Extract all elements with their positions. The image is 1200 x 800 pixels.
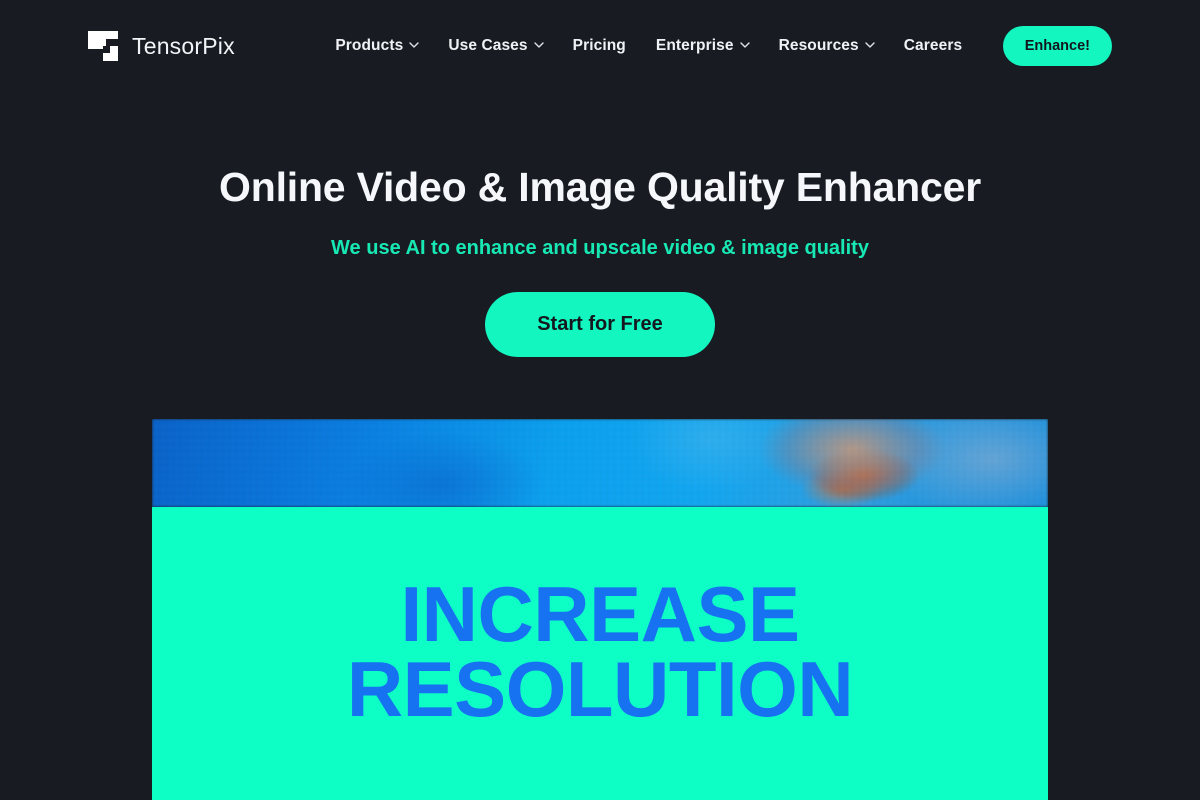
- hero-section: Online Video & Image Quality Enhancer We…: [0, 164, 1200, 357]
- hero-subtitle: We use AI to enhance and upscale video &…: [331, 237, 869, 259]
- pixelation-overlay: [152, 419, 1048, 507]
- nav-label: Products: [335, 37, 404, 54]
- chevron-down-icon: [533, 40, 544, 49]
- page-title: Online Video & Image Quality Enhancer: [219, 164, 981, 210]
- nav-item-pricing[interactable]: Pricing: [573, 37, 626, 55]
- nav-label: Careers: [903, 37, 963, 54]
- start-for-free-button[interactable]: Start for Free: [485, 292, 715, 357]
- nav-label: Enterprise: [655, 37, 734, 54]
- showcase-caption-panel: INCREASE RESOLUTION: [152, 507, 1048, 800]
- pixelated-preview-image: [152, 419, 1048, 507]
- nav-item-enterprise[interactable]: Enterprise: [655, 37, 750, 55]
- nav-item-use-cases[interactable]: Use Cases: [448, 37, 544, 55]
- chevron-down-icon: [739, 40, 750, 49]
- enhance-button[interactable]: Enhance!: [1002, 26, 1112, 66]
- brand-logo[interactable]: TensorPix: [88, 31, 235, 61]
- nav-label: Resources: [778, 37, 859, 54]
- caption-line-2: RESOLUTION: [346, 644, 854, 733]
- main-navigation: Products Use Cases Pricing Enterprise Re…: [295, 37, 1003, 55]
- showcase-caption: INCREASE RESOLUTION: [152, 575, 1048, 733]
- nav-label: Use Cases: [448, 37, 528, 54]
- brand-name: TensorPix: [132, 32, 235, 59]
- chevron-down-icon: [409, 40, 420, 49]
- showcase-comparison[interactable]: INCREASE RESOLUTION: [152, 419, 1048, 800]
- site-header: TensorPix Products Use Cases Pricing Ent…: [0, 0, 1200, 92]
- nav-item-products[interactable]: Products: [335, 37, 420, 55]
- chevron-down-icon: [865, 40, 875, 49]
- nav-label: Pricing: [572, 37, 626, 54]
- nav-item-resources[interactable]: Resources: [778, 37, 875, 55]
- nav-item-careers[interactable]: Careers: [904, 37, 962, 55]
- tensorpix-logo-icon: [88, 31, 118, 61]
